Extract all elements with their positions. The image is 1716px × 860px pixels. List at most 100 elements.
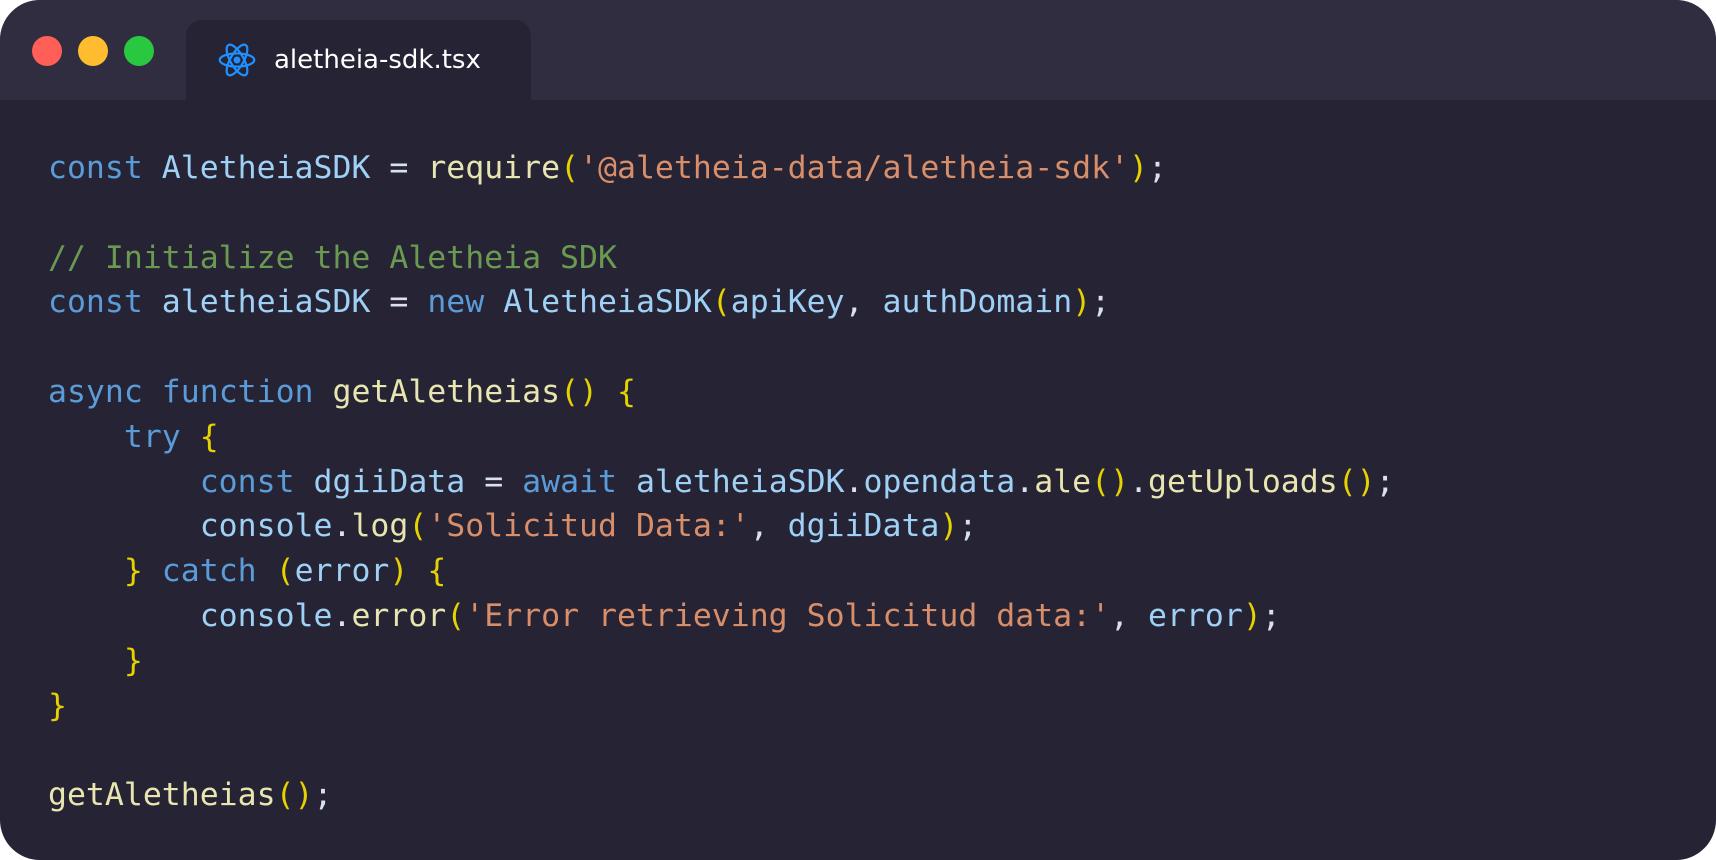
code-line: async function getAletheias() { <box>48 370 1395 415</box>
code-token-punct <box>484 284 503 320</box>
code-token-punct: ; <box>313 777 333 814</box>
code-token-punct: . <box>332 597 352 634</box>
code-token-punct <box>257 553 276 589</box>
zoom-button[interactable] <box>124 36 154 66</box>
code-token-bracket: () <box>275 777 314 814</box>
code-line: getAletheias(); <box>48 773 1395 818</box>
code-token-punct <box>143 284 162 320</box>
code-token-keyword: new <box>427 284 485 321</box>
code-token-bracket: { <box>427 553 447 590</box>
code-token-punct: . <box>844 463 864 500</box>
code-token-ident: aletheiaSDK <box>161 284 371 321</box>
code-line: const aletheiaSDK = new AletheiaSDK(apiK… <box>48 280 1395 325</box>
code-token-punct <box>143 150 162 186</box>
code-token-punct <box>408 553 427 589</box>
code-line: } <box>48 684 1395 729</box>
code-token-keyword: function <box>161 373 314 410</box>
code-token-punct: = <box>370 284 428 321</box>
code-token-punct <box>48 464 200 500</box>
code-token-keyword: catch <box>161 553 257 590</box>
code-token-punct: = <box>370 150 428 186</box>
file-tab[interactable]: aletheia-sdk.tsx <box>186 20 531 100</box>
code-token-bracket: ) <box>939 508 959 545</box>
code-token-ident: console <box>199 508 333 545</box>
code-token-punct: , <box>749 508 788 545</box>
code-token-ident: AletheiaSDK <box>161 150 371 186</box>
code-token-ident: opendata <box>863 463 1016 500</box>
code-token-bracket: () <box>1337 463 1376 500</box>
code-line: console.error('Error retrieving Solicitu… <box>48 594 1395 639</box>
code-token-func: ale <box>1034 463 1092 500</box>
minimize-button[interactable] <box>78 36 108 66</box>
code-token-bracket: ( <box>408 508 428 545</box>
code-token-string: 'Error retrieving Solicitud data:' <box>465 597 1111 634</box>
code-token-string: 'Solicitud Data:' <box>427 508 750 545</box>
code-token-ident: dgiiData <box>787 508 940 545</box>
code-token-comment: // Initialize the Aletheia SDK <box>48 239 617 276</box>
code-token-bracket: ( <box>560 150 580 186</box>
code-token-punct <box>598 374 617 410</box>
code-token-func: getAletheias <box>332 373 561 410</box>
code-token-ident: AletheiaSDK <box>503 284 712 321</box>
code-token-keyword: async <box>48 373 143 410</box>
code-token-ident: error <box>294 553 390 590</box>
code-token-punct <box>48 553 124 589</box>
code-line: // Initialize the Aletheia SDK <box>48 236 1395 281</box>
code-token-bracket: ) <box>389 553 409 590</box>
code-token-bracket: ( <box>711 284 731 321</box>
code-token-bracket: { <box>616 373 636 410</box>
code-line: const AletheiaSDK = require('@aletheia-d… <box>48 146 1395 191</box>
code-token-punct <box>143 553 162 589</box>
code-token-ident: aletheiaSDK <box>635 463 845 500</box>
code-token-bracket: ( <box>446 597 466 634</box>
react-icon <box>218 43 256 77</box>
code-token-punct: ; <box>1148 150 1167 186</box>
code-token-keyword: try <box>123 418 181 455</box>
code-token-punct <box>48 598 200 634</box>
tab-filename: aletheia-sdk.tsx <box>274 45 481 75</box>
code-window: aletheia-sdk.tsx const AletheiaSDK = req… <box>0 0 1716 860</box>
code-token-keyword: const <box>48 150 143 186</box>
code-editor[interactable]: const AletheiaSDK = require('@aletheia-d… <box>48 146 1395 818</box>
code-token-punct <box>48 419 124 455</box>
code-line: const dgiiData = await aletheiaSDK.opend… <box>48 460 1395 505</box>
code-token-punct <box>48 508 200 544</box>
code-token-punct <box>314 374 333 410</box>
code-token-keyword: const <box>199 463 295 500</box>
code-token-bracket: ) <box>1129 150 1149 186</box>
title-bar: aletheia-sdk.tsx <box>0 0 1716 100</box>
code-token-func: getUploads <box>1148 463 1338 500</box>
code-token-ident: apiKey <box>730 284 845 321</box>
code-token-punct: . <box>1015 463 1035 500</box>
code-token-keyword: const <box>48 284 143 321</box>
code-token-func: require <box>427 150 561 186</box>
code-token-punct <box>181 419 200 455</box>
code-token-bracket: } <box>123 642 143 679</box>
code-token-punct: ; <box>1091 284 1111 321</box>
code-line: } <box>48 639 1395 684</box>
code-token-func: getAletheias <box>48 777 276 814</box>
code-token-func: error <box>351 597 447 634</box>
code-token-punct <box>295 464 314 500</box>
code-line: console.log('Solicitud Data:', dgiiData)… <box>48 504 1395 549</box>
code-token-punct: . <box>1129 463 1149 500</box>
code-token-punct: , <box>844 284 883 321</box>
code-token-ident: error <box>1147 597 1243 634</box>
code-token-punct <box>617 464 636 500</box>
code-token-punct: ; <box>958 508 978 545</box>
code-token-ident: dgiiData <box>313 463 466 500</box>
code-token-func: log <box>351 508 409 545</box>
code-token-ident: console <box>199 597 333 634</box>
code-token-bracket: ( <box>275 553 295 590</box>
code-token-keyword: await <box>522 463 617 500</box>
code-token-bracket: } <box>123 553 143 590</box>
code-token-punct <box>143 374 162 410</box>
code-token-bracket: ) <box>1072 284 1092 321</box>
code-line: } catch (error) { <box>48 549 1395 594</box>
code-token-bracket: () <box>1091 463 1130 500</box>
close-button[interactable] <box>32 36 62 66</box>
code-token-punct: ; <box>1261 597 1281 634</box>
code-token-ident: authDomain <box>882 284 1073 321</box>
